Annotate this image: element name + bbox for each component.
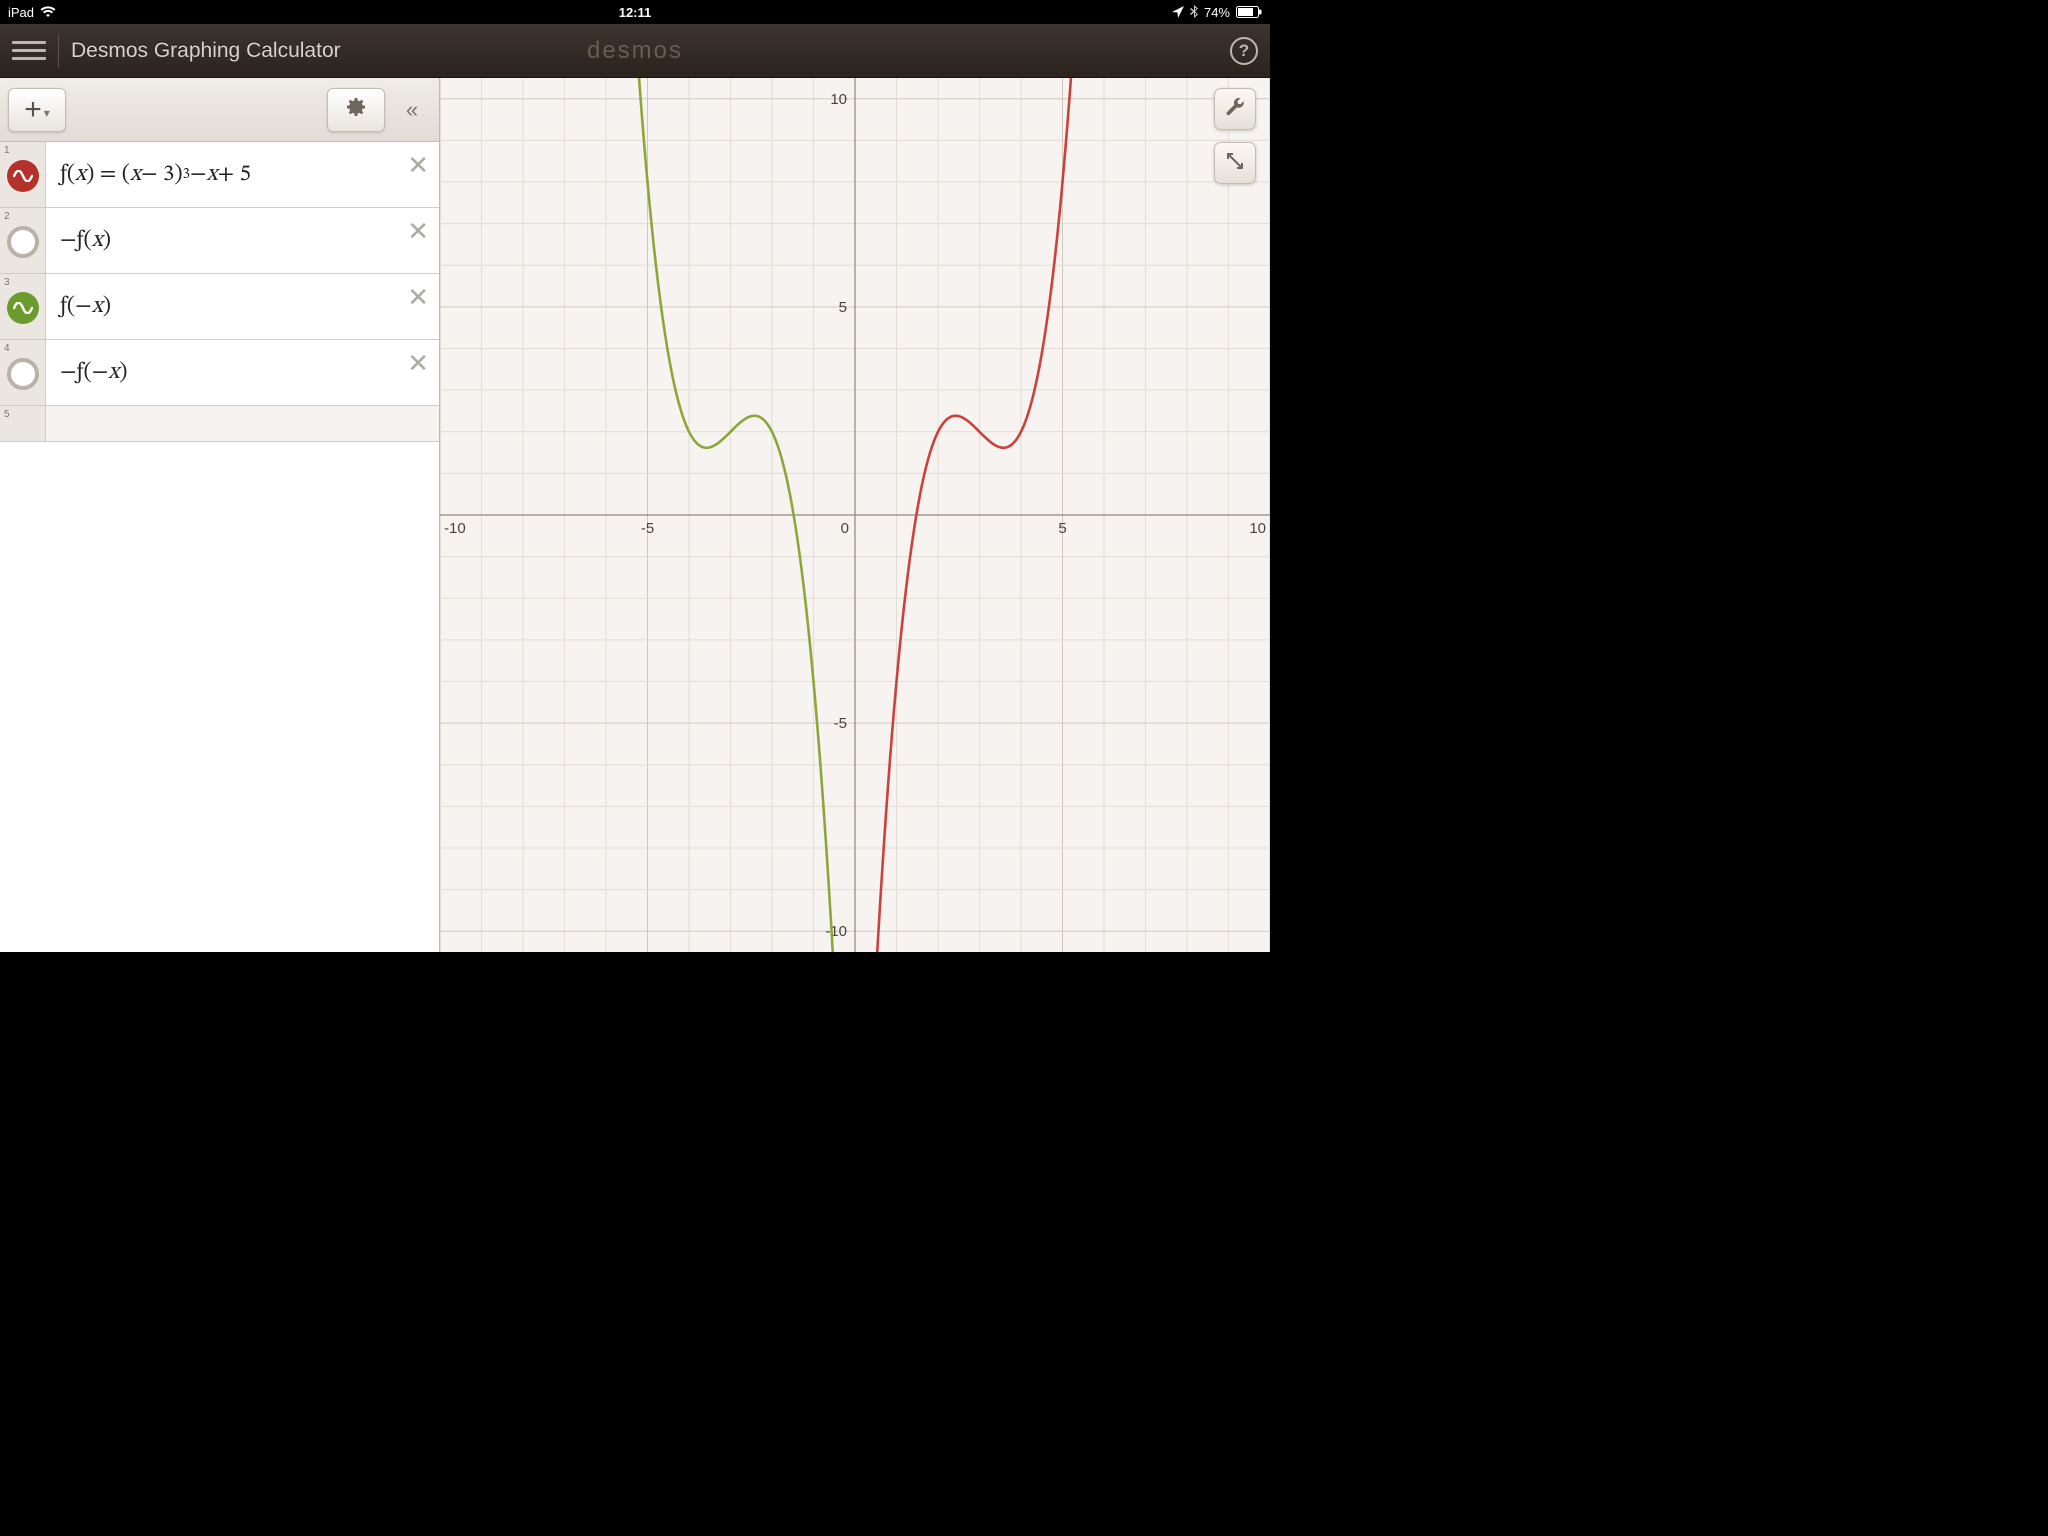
status-time: 12:11 <box>619 5 652 20</box>
visibility-toggle[interactable] <box>7 292 39 324</box>
expand-icon <box>1226 152 1244 175</box>
expression-list: 1ƒ(x) = (x − 3)3 − x + 5✕2−ƒ(x)✕3ƒ(−x)✕4… <box>0 142 439 952</box>
menu-button[interactable] <box>12 34 46 68</box>
add-expression-button[interactable]: + ▾ <box>8 88 66 132</box>
app-title: Desmos Graphing Calculator <box>71 39 341 63</box>
svg-text:5: 5 <box>1058 520 1066 537</box>
bluetooth-icon <box>1190 5 1198 19</box>
header-divider <box>58 34 59 68</box>
delete-expression-button[interactable]: ✕ <box>407 282 429 313</box>
row-number: 2 <box>4 211 10 222</box>
svg-text:-10: -10 <box>825 923 847 940</box>
help-button[interactable]: ? <box>1230 37 1258 65</box>
collapse-panel-button[interactable]: « <box>393 88 431 132</box>
plus-icon: + <box>24 93 42 127</box>
row-number: 3 <box>4 277 10 288</box>
battery-percent: 74% <box>1204 5 1230 20</box>
expression-text[interactable]: −ƒ(−x) <box>46 340 439 405</box>
wrench-icon <box>1225 97 1245 122</box>
brand-logo: desmos <box>587 37 683 65</box>
expression-text[interactable]: ƒ(x) = (x − 3)3 − x + 5 <box>46 142 439 207</box>
fullscreen-button[interactable] <box>1214 142 1256 184</box>
row-number: 4 <box>4 343 10 354</box>
row-number: 5 <box>4 409 10 420</box>
delete-expression-button[interactable]: ✕ <box>407 150 429 181</box>
gear-icon <box>344 95 368 124</box>
location-icon <box>1172 6 1184 18</box>
expression-row[interactable]: 1 ƒ(x) = (x − 3)3 − x + 5✕ <box>0 142 439 208</box>
row-gutter: 1 <box>0 142 46 207</box>
svg-text:10: 10 <box>1249 520 1266 537</box>
app-header: Desmos Graphing Calculator desmos ? <box>0 24 1270 78</box>
delete-expression-button[interactable]: ✕ <box>407 348 429 379</box>
panel-toolbar: + ▾ « <box>0 78 439 142</box>
battery-icon <box>1236 6 1262 18</box>
row-gutter: 3 <box>0 274 46 339</box>
expression-row[interactable]: 4 −ƒ(−x)✕ <box>0 340 439 406</box>
expression-text[interactable]: ƒ(−x) <box>46 274 439 339</box>
wifi-icon <box>40 6 56 18</box>
expression-settings-button[interactable] <box>327 88 385 132</box>
caret-down-icon: ▾ <box>44 106 50 120</box>
row-number: 1 <box>4 145 10 156</box>
visibility-toggle[interactable] <box>7 226 39 258</box>
row-gutter: 5 <box>0 406 46 441</box>
row-gutter: 4 <box>0 340 46 405</box>
svg-text:-5: -5 <box>641 520 654 537</box>
content-area: + ▾ « 1ƒ(x) = (x − 3)3 − x + 5✕2−ƒ(x)✕3ƒ… <box>0 78 1270 952</box>
status-left: iPad <box>8 5 56 20</box>
expression-row[interactable]: 2 −ƒ(x)✕ <box>0 208 439 274</box>
expression-text[interactable]: −ƒ(x) <box>46 208 439 273</box>
expression-panel: + ▾ « 1ƒ(x) = (x − 3)3 − x + 5✕2−ƒ(x)✕3ƒ… <box>0 78 440 952</box>
row-gutter: 2 <box>0 208 46 273</box>
svg-text:5: 5 <box>839 299 847 316</box>
delete-expression-button[interactable]: ✕ <box>407 216 429 247</box>
visibility-toggle[interactable] <box>7 358 39 390</box>
graph-svg: -10 -5 0 5 10 -10 -5 5 10 <box>440 78 1270 952</box>
status-right: 74% <box>1172 5 1262 20</box>
svg-text:-5: -5 <box>834 715 847 732</box>
graph-pane[interactable]: -10 -5 0 5 10 -10 -5 5 10 <box>440 78 1270 952</box>
status-bar: iPad 12:11 74% <box>0 0 1270 24</box>
app-root: iPad 12:11 74% Desmos Graphing Calculato… <box>0 0 1270 952</box>
svg-text:-10: -10 <box>444 520 466 537</box>
graph-tools <box>1214 88 1256 184</box>
expression-text[interactable] <box>46 406 439 441</box>
graph-settings-button[interactable] <box>1214 88 1256 130</box>
expression-row[interactable]: 5 <box>0 406 439 442</box>
svg-text:0: 0 <box>841 520 849 537</box>
device-label: iPad <box>8 5 34 20</box>
svg-text:10: 10 <box>830 91 847 108</box>
expression-row[interactable]: 3 ƒ(−x)✕ <box>0 274 439 340</box>
visibility-toggle[interactable] <box>7 160 39 192</box>
